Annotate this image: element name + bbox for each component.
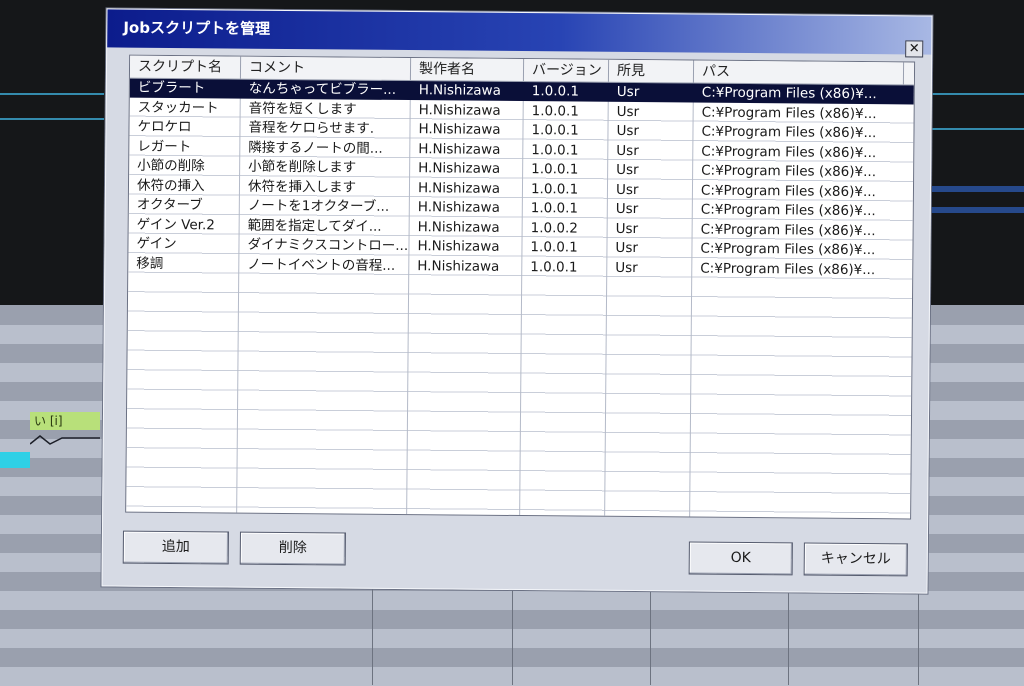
cell-version: 1.0.0.2: [530, 219, 578, 237]
cell-location: Usr: [616, 161, 639, 179]
cell-version: 1.0.0.1: [530, 258, 578, 276]
cell-author: H.Nishizawa: [417, 218, 500, 236]
column-header-comment[interactable]: コメント: [240, 56, 412, 81]
cell-author: H.Nishizawa: [418, 121, 501, 138]
cell-location: Usr: [616, 103, 640, 120]
waveform: [930, 186, 1024, 192]
delete-button[interactable]: 削除: [239, 531, 346, 566]
track-line: [0, 118, 104, 120]
close-button[interactable]: ✕: [905, 40, 924, 58]
column-header-version[interactable]: バージョン: [523, 59, 610, 82]
cell-path: C:¥Program Files (x86)¥...: [700, 221, 876, 239]
cell-path: C:¥Program Files (x86)¥...: [700, 182, 876, 200]
cell-location: Usr: [615, 181, 639, 198]
cell-comment: 音程をケロらせます.: [248, 119, 375, 137]
cell-path: C:¥Program Files (x86)¥...: [701, 143, 877, 161]
cell-location: Usr: [615, 200, 639, 218]
cell-path: C:¥Program Files (x86)¥...: [701, 123, 877, 142]
ok-button[interactable]: OK: [688, 541, 793, 576]
cell-location: Usr: [616, 83, 640, 101]
cell-path: C:¥Program Files (x86)¥...: [700, 201, 876, 220]
cell-author: H.Nishizawa: [417, 238, 500, 255]
cell-script-name: レガート: [137, 138, 192, 155]
cell-location: Usr: [615, 220, 639, 237]
cell-version: 1.0.0.1: [531, 122, 579, 139]
cell-comment: 隣接するノートの間...: [248, 139, 383, 157]
waveform: [930, 207, 1024, 213]
cell-script-name: 小節の削除: [137, 157, 205, 175]
cell-script-name: 移調: [136, 255, 164, 272]
cell-comment: なんちゃってビブラー...: [248, 80, 397, 98]
column-header-author[interactable]: 製作者名: [410, 58, 525, 82]
cell-author: H.Nishizawa: [417, 257, 500, 275]
cell-version: 1.0.0.1: [531, 161, 579, 178]
dialog-title: Jobスクリプトを管理: [123, 18, 271, 38]
cell-version: 1.0.0.1: [530, 200, 579, 217]
cell-script-name: 休符の挿入: [136, 177, 205, 194]
cell-location: Usr: [616, 142, 639, 159]
cell-comment: ノートを1オクターブ...: [247, 197, 390, 215]
cell-script-name: ゲイン: [136, 235, 177, 253]
cell-version: 1.0.0.1: [531, 83, 580, 100]
cell-location: Usr: [615, 239, 639, 257]
cell-version: 1.0.0.1: [531, 141, 579, 159]
cell-comment: ノートイベントの音程...: [247, 256, 396, 274]
cell-path: C:¥Program Files (x86)¥...: [701, 104, 877, 122]
cell-location: Usr: [615, 259, 638, 276]
cell-script-name: ゲイン Ver.2: [136, 216, 215, 233]
cell-version: 1.0.0.1: [530, 180, 579, 198]
cell-comment: ダイナミクスコントロー...: [247, 236, 409, 255]
cell-path: C:¥Program Files (x86)¥...: [701, 162, 877, 181]
cell-author: H.Nishizawa: [417, 179, 501, 197]
cell-version: 1.0.0.1: [531, 102, 579, 120]
pitch-curve: [30, 435, 100, 445]
track-line: [930, 93, 1024, 95]
cell-author: H.Nishizawa: [418, 82, 501, 99]
script-list[interactable]: スクリプト名 コメント 製作者名 バージョン 所見 パス ビブラート なんちゃって…: [125, 54, 916, 520]
column-header-path[interactable]: パス: [693, 60, 905, 85]
cell-author: H.Nishizawa: [418, 160, 501, 177]
cell-comment: 範囲を指定してダイ...: [247, 217, 382, 235]
manage-job-scripts-dialog: Jobスクリプトを管理 ✕ スクリプト名 コメント 製作者名 バージョン 所見 …: [101, 8, 933, 594]
cell-script-name: ビブラート: [137, 79, 206, 97]
cell-script-name: ケロケロ: [137, 118, 192, 136]
cell-comment: 小節を削除します: [248, 158, 357, 176]
column-header-script-name[interactable]: スクリプト名: [129, 55, 242, 79]
cell-author: H.Nishizawa: [418, 140, 501, 158]
cell-comment: 音符を短くします: [248, 100, 357, 118]
close-icon: ✕: [908, 41, 920, 57]
track-line: [930, 128, 1024, 130]
title-bar[interactable]: Jobスクリプトを管理 ✕: [107, 9, 932, 58]
column-header-location[interactable]: 所見: [608, 59, 695, 83]
cell-author: H.Nishizawa: [417, 199, 500, 216]
cell-script-name: オクターブ: [136, 196, 203, 214]
cell-path: C:¥Program Files (x86)¥...: [700, 240, 876, 259]
cell-version: 1.0.0.1: [530, 239, 578, 256]
note-block[interactable]: [0, 452, 30, 468]
track-line: [0, 93, 104, 95]
cell-location: Usr: [616, 122, 640, 140]
lyric-note[interactable]: い [i]: [30, 412, 100, 430]
cell-comment: 休符を挿入します: [247, 178, 357, 196]
cell-script-name: スタッカート: [137, 99, 219, 116]
cell-path: C:¥Program Files (x86)¥...: [700, 260, 876, 278]
cell-author: H.Nishizawa: [418, 101, 501, 119]
cell-path: C:¥Program Files (x86)¥...: [701, 84, 877, 103]
add-button[interactable]: 追加: [122, 530, 229, 565]
cancel-button[interactable]: キャンセル: [803, 542, 908, 577]
